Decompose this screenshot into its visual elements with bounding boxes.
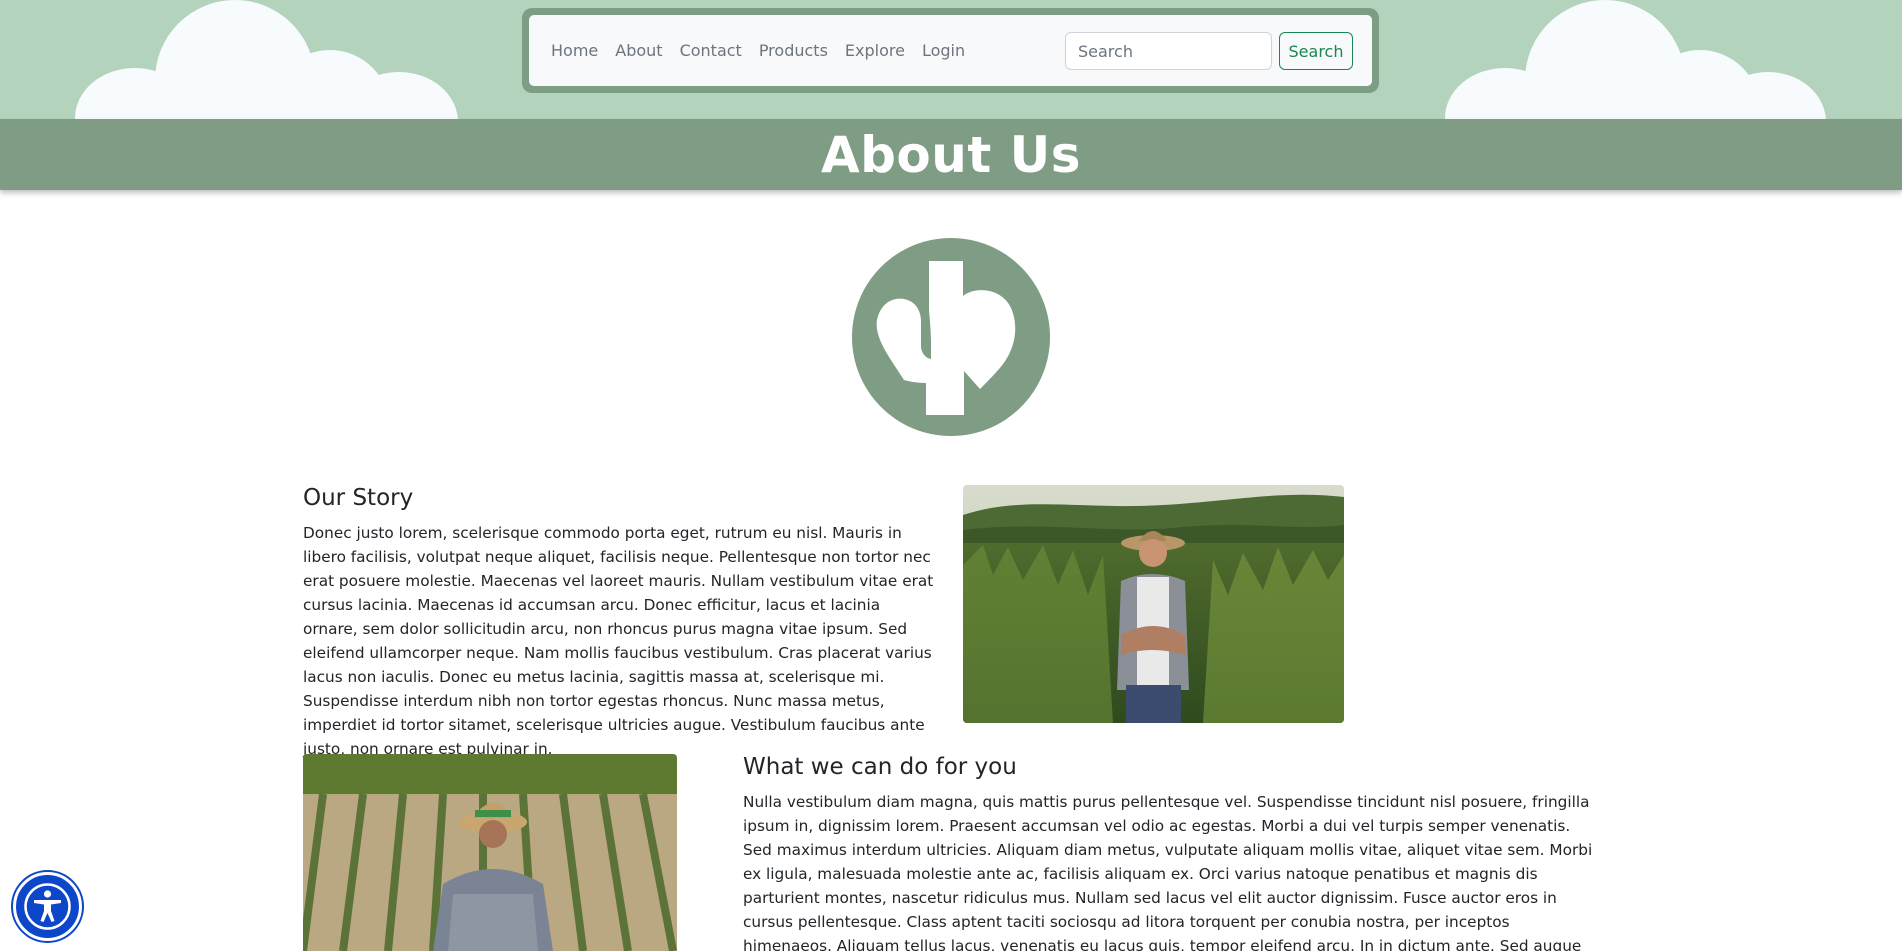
nav-link-about[interactable]: About (615, 41, 662, 60)
accessibility-icon (24, 883, 71, 930)
nav-link-login[interactable]: Login (922, 41, 965, 60)
company-logo (852, 238, 1050, 436)
what-we-do-text: Nulla vestibulum diam magna, quis mattis… (743, 793, 1593, 951)
farmer-field-rows-image (303, 754, 677, 951)
our-story-section: Our Story Donec justo lorem, scelerisque… (303, 485, 937, 761)
farmer-cornfield-image (963, 485, 1344, 723)
navbar-inner: Home About Contact Products Explore Logi… (529, 15, 1372, 86)
nav-link-contact[interactable]: Contact (680, 41, 742, 60)
search-button[interactable]: Search (1279, 32, 1353, 70)
nav-link-products[interactable]: Products (759, 41, 828, 60)
nav-links: Home About Contact Products Explore Logi… (551, 15, 965, 86)
accessibility-button[interactable] (13, 872, 82, 941)
what-we-do-heading: What we can do for you (743, 754, 1017, 780)
page-title: About Us (820, 125, 1082, 184)
our-story-text: Donec justo lorem, scelerisque commodo p… (303, 524, 934, 758)
our-story-heading: Our Story (303, 485, 414, 511)
nav-link-home[interactable]: Home (551, 41, 598, 60)
navbar: Home About Contact Products Explore Logi… (522, 8, 1379, 93)
page-banner: About Us (0, 119, 1902, 190)
search-input[interactable] (1065, 32, 1272, 70)
nav-link-explore[interactable]: Explore (845, 41, 905, 60)
what-we-do-section: What we can do for you Nulla vestibulum … (743, 754, 1601, 951)
